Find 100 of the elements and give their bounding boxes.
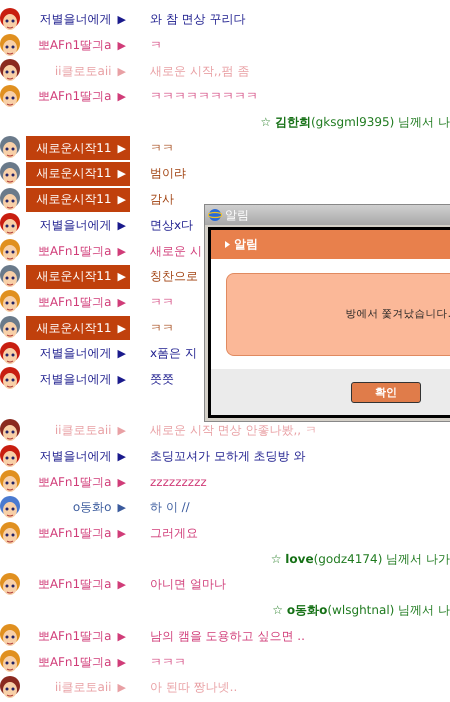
arrow-icon: ▶ [118,681,126,694]
chat-message: 칭찬으로 [150,268,198,286]
avatar-icon [0,264,20,289]
avatar-icon [0,239,20,264]
chat-message: x폼은 지 [150,345,197,362]
chat-message: ㅋㅋㅋㅋㅋㅋㅋㅋㅋ [150,88,258,106]
avatar-icon [0,522,20,546]
chat-message: 감사 [150,191,174,208]
arrow-icon: ▶ [118,347,126,360]
arrow-icon: ▶ [118,322,126,335]
arrow-icon: ▶ [118,476,126,489]
arrow-icon: ▶ [118,244,126,258]
avatar-icon [0,188,20,212]
chat-message: zzzzzzzzz [150,475,207,490]
avatar-icon [0,572,20,597]
avatar-icon [0,367,20,392]
user-name: 뽀AFn1딸긔a [38,88,112,106]
user-name: 뽀AFn1딸긔a [38,37,112,54]
arrow-icon: ▶ [118,296,126,309]
chat-message: 하 이 // [150,499,190,516]
user-name: 뽀AFn1딸긔a [38,628,112,645]
arrow-icon: ▶ [118,527,126,540]
arrow-icon: ▶ [118,39,126,52]
arrow-icon: ▶ [118,656,126,669]
arrow-icon: ▶ [118,193,126,206]
avatar-icon [0,470,20,494]
arrow-icon: ▶ [118,270,126,284]
avatar-icon [0,290,20,314]
chat-message: ㅋㅋㅋ [150,654,186,671]
avatar-icon [0,650,20,674]
avatar-icon [0,342,20,366]
avatar-icon [0,624,20,648]
chat-message: 새로운 시 [150,242,202,260]
chat-message: 와 참 면상 꾸리다 [150,11,246,28]
user-name: ii클로토aii [54,679,112,696]
user-name: 저별을너에게 [40,345,112,362]
arrow-icon: ▶ [118,630,126,643]
chat-message: 쯧쯧 [150,370,174,388]
chat-message: ㅋ [150,37,162,54]
ok-button[interactable]: 확인 [351,382,421,402]
user-name: 저별을너에게 [40,448,112,466]
avatar-icon [0,676,20,700]
exit-notice: ☆ o동화o(wlsghtnal) 님께서 나 [272,602,450,620]
user-name: 새로운시작11 [36,140,112,157]
user-name: 저별을너에게 [40,370,112,388]
chat-message: ㅋㅋ [150,140,174,157]
avatar-icon [0,8,20,32]
chat-message: 아니면 얼마나 [150,576,226,594]
chat-message: 새로운 시작,,펌 좀 [150,62,250,80]
user-name: 새로운시작11 [36,320,112,337]
user-name: 뽀AFn1딸긔a [38,576,112,594]
chat-message: 초딩꼬셔가 모하게 초딩방 와 [150,448,306,466]
exit-notice: ☆ 김한희(gksgml9395) 님께서 나 [260,114,450,132]
avatar-icon [0,213,20,238]
user-name: 새로운시작11 [36,191,112,208]
arrow-icon: ▶ [118,13,126,26]
chat-message: 그러게요 [150,525,198,542]
chat-message: 면상x다 [150,216,194,234]
chat-message: 새로운 시작 면상 안좋나봤,, ㅋ [150,422,317,440]
user-name: 뽀AFn1딸긔a [38,474,112,491]
arrow-icon: ▶ [118,167,126,180]
avatar-icon [0,136,20,160]
exit-notice: ☆ love(godz4174) 님께서 나가 [270,550,450,568]
arrow-icon: ▶ [118,218,126,232]
dialog-title: 알림 [234,236,258,253]
dialog-message: 방에서 쫓겨났습니다. [345,307,450,321]
avatar-icon [0,418,20,443]
avatar-icon [0,84,20,109]
user-name: ii클로토aii [54,62,112,80]
chat-message: ㅋㅋ [150,294,174,311]
user-name: 뽀AFn1딸긔a [38,242,112,260]
avatar-icon [0,496,20,520]
chat-message: ㅋㅋ [150,320,174,337]
avatar-icon [0,316,20,340]
chat-message: 범이랴 [150,165,186,182]
user-name: 뽀AFn1딸긔a [38,294,112,311]
user-name: o동화o [72,499,112,516]
arrow-icon: ▶ [118,90,126,104]
user-name: 새로운시작11 [36,268,112,286]
chat-message: 남의 캠을 도용하고 싶으면 .. [150,628,305,645]
avatar-icon [0,59,20,84]
window-title: 알림 [225,206,249,224]
user-name: 뽀AFn1딸긔a [38,525,112,542]
arrow-icon: ▶ [118,424,126,438]
user-name: ii클로토aii [54,422,112,440]
user-name: 뽀AFn1딸긔a [38,654,112,671]
user-name: 새로운시작11 [36,165,112,182]
arrow-icon: ▶ [118,501,126,514]
avatar-icon [0,162,20,186]
arrow-icon: ▶ [118,372,126,386]
arrow-icon: ▶ [118,64,126,78]
user-name: 저별을너에게 [40,11,112,28]
arrow-icon: ▶ [118,142,126,155]
avatar-icon [0,34,20,58]
chevron-icon [225,241,230,248]
browser-icon [208,208,222,222]
user-name: 저별을너에게 [40,216,112,234]
avatar-icon [0,444,20,469]
arrow-icon: ▶ [118,450,126,464]
arrow-icon: ▶ [118,578,126,592]
